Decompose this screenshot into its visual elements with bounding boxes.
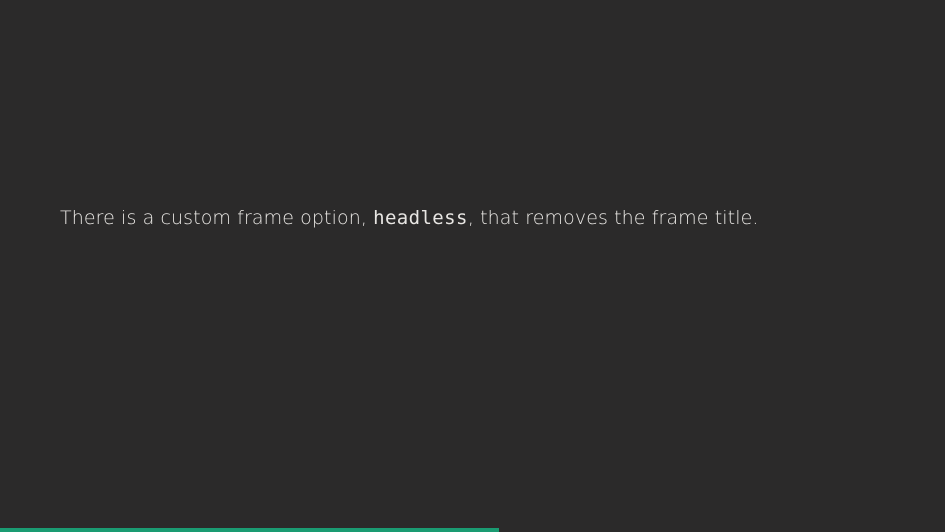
presentation-slide: There is a custom frame option, headless… xyxy=(0,0,945,532)
slide-progress-fill xyxy=(0,528,499,532)
inline-code-headless: headless xyxy=(373,207,468,229)
slide-body-text: There is a custom frame option, headless… xyxy=(60,204,759,232)
text-after-code: , that removes the frame title. xyxy=(467,207,759,229)
text-before-code: There is a custom frame option, xyxy=(60,207,374,229)
slide-progress-bar xyxy=(0,528,945,532)
